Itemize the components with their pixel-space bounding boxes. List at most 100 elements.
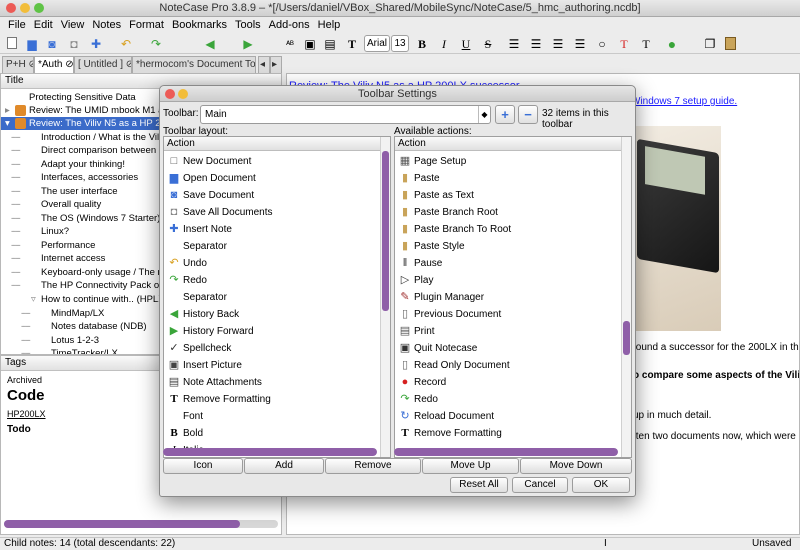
save-all-icon[interactable]: ◘ (66, 36, 82, 52)
tag-archived[interactable]: Archived (7, 375, 42, 385)
list-item[interactable]: ✚ Insert Note (164, 221, 378, 238)
available-vscroll-thumb[interactable] (623, 321, 630, 355)
italic-icon[interactable]: I (436, 36, 452, 52)
align-right-icon[interactable]: ☰ (550, 36, 566, 52)
menu-format[interactable]: Format (125, 17, 168, 34)
list-item[interactable]: ▣ Insert Picture (164, 357, 378, 374)
ok-button[interactable]: OK (572, 477, 630, 493)
layout-hscroll-thumb[interactable] (163, 448, 377, 456)
layout-hscroll[interactable] (163, 448, 377, 456)
menu-bookmarks[interactable]: Bookmarks (168, 17, 231, 34)
list-item[interactable]: ▣ Quit Notecase (395, 340, 609, 357)
list-item[interactable]: ▮ Paste Style (395, 238, 609, 255)
list-item[interactable]: ▦ Page Setup (395, 153, 609, 170)
paperclip-icon[interactable]: ▤ (322, 36, 338, 52)
close-icon[interactable] (6, 3, 16, 13)
tab-document-tool[interactable]: *hermocom's Document Tool... ⊘ (132, 56, 256, 73)
tag-hp200lx[interactable]: HP200LX (7, 409, 46, 419)
list-item[interactable]: ◘ Save All Documents (164, 204, 378, 221)
menu-notes[interactable]: Notes (88, 17, 125, 34)
list-item[interactable]: ▤ Note Attachments (164, 374, 378, 391)
copy-icon[interactable]: ❐ (702, 36, 718, 52)
available-column-header[interactable]: Action (395, 137, 631, 151)
list-item[interactable]: ▷ Play (395, 272, 609, 289)
save-icon[interactable]: ◙ (44, 36, 60, 52)
align-left-icon[interactable]: ☰ (506, 36, 522, 52)
dialog-minimize-icon[interactable] (178, 89, 188, 99)
layout-column-header[interactable]: Action (164, 137, 390, 151)
spellcheck-icon[interactable]: ᴬᴮ (282, 36, 298, 52)
available-hscroll-thumb[interactable] (394, 448, 618, 456)
list-item[interactable]: ✎ Plugin Manager (395, 289, 609, 306)
menu-file[interactable]: File (4, 17, 30, 34)
menu-tools[interactable]: Tools (231, 17, 265, 34)
menu-addons[interactable]: Add-ons (265, 17, 314, 34)
insert-note-icon[interactable]: ✚ (88, 36, 104, 52)
list-item[interactable]: ◀ History Back (164, 306, 378, 323)
list-item[interactable]: Separator (164, 238, 378, 255)
reset-all-button[interactable]: Reset All (450, 477, 508, 493)
font-name-field[interactable]: Arial (364, 35, 390, 52)
list-item[interactable]: Separator (164, 289, 378, 306)
strikethrough-icon[interactable]: S (480, 36, 496, 52)
list-item[interactable]: ↻ Reload Document (395, 408, 609, 425)
tag-todo[interactable]: Todo (7, 424, 31, 435)
menu-view[interactable]: View (57, 17, 89, 34)
remove-button[interactable]: Remove (325, 458, 421, 474)
bullet-icon[interactable]: ○ (594, 36, 610, 52)
add-button[interactable]: Add (244, 458, 324, 474)
available-actions-list[interactable]: Action ▦ Page Setup ▮ Paste ▮ Paste as Text ▮ P… (394, 136, 632, 458)
text-color-icon[interactable]: T (616, 36, 632, 52)
clipboard-icon[interactable] (722, 36, 738, 52)
remove-format-icon[interactable]: T (344, 36, 360, 52)
menu-help[interactable]: Help (314, 17, 345, 34)
layout-vscroll-thumb[interactable] (382, 151, 389, 311)
icon-button[interactable]: Icon (163, 458, 243, 474)
background-color-icon[interactable]: T (638, 36, 654, 52)
new-document-icon[interactable] (4, 36, 20, 52)
list-item[interactable]: ◙ Save Document (164, 187, 378, 204)
expander-icon[interactable]: ▾ (5, 117, 10, 130)
available-hscroll[interactable] (394, 448, 618, 456)
toolbar-layout-list[interactable]: Action □ New Document ▆ Open Document ◙ Save … (163, 136, 391, 458)
tags-scrollbar[interactable] (4, 520, 278, 528)
list-item[interactable]: □ New Document (164, 153, 378, 170)
list-item[interactable]: ↶ Undo (164, 255, 378, 272)
list-item[interactable]: ↷ Redo (395, 391, 609, 408)
tab-scroll-left[interactable]: ◂ (258, 56, 270, 73)
list-item[interactable]: ‖ Pause (395, 255, 609, 272)
cancel-button[interactable]: Cancel (512, 477, 568, 493)
list-item[interactable]: ● Record (395, 374, 609, 391)
redo-icon[interactable]: ↷ (148, 36, 164, 52)
list-item[interactable]: ↷ Redo (164, 272, 378, 289)
list-item[interactable]: ▶ History Forward (164, 323, 378, 340)
tab-ph[interactable]: P+H ⊘ (2, 56, 34, 73)
available-vscroll[interactable] (621, 137, 631, 457)
chevron-down-icon[interactable]: ◆ (478, 106, 490, 123)
move-up-button[interactable]: Move Up (422, 458, 519, 474)
minimize-icon[interactable] (20, 3, 30, 13)
list-item[interactable]: ✓ Spellcheck (164, 340, 378, 357)
list-item[interactable]: ▮ Paste (395, 170, 609, 187)
menu-edit[interactable]: Edit (30, 17, 57, 34)
list-item[interactable]: B Bold (164, 425, 378, 442)
setup-guide-link[interactable]: Windows 7 setup guide. (631, 96, 737, 107)
list-item[interactable]: ▮ Paste Branch Root (395, 204, 609, 221)
move-down-button[interactable]: Move Down (520, 458, 632, 474)
tag-code[interactable]: Code (7, 387, 45, 404)
bold-icon[interactable]: B (414, 36, 430, 52)
list-item[interactable]: ▆ Open Document (164, 170, 378, 187)
align-center-icon[interactable]: ☰ (528, 36, 544, 52)
history-back-icon[interactable]: ◀ (202, 36, 218, 52)
expander-icon[interactable]: ▿ (31, 293, 36, 306)
justify-icon[interactable]: ☰ (572, 36, 588, 52)
zoom-icon[interactable] (34, 3, 44, 13)
tab-scroll-right[interactable]: ▸ (270, 56, 282, 73)
list-item[interactable]: ▤ Print (395, 323, 609, 340)
list-item[interactable]: ▯ Read Only Document (395, 357, 609, 374)
list-item[interactable]: ▮ Paste as Text (395, 187, 609, 204)
toolbar-combo[interactable]: Main ◆ (200, 105, 491, 124)
list-item[interactable]: ▯ Previous Document (395, 306, 609, 323)
expander-icon[interactable]: ▸ (5, 104, 10, 117)
tab-untitled[interactable]: [ Untitled ] ⊘ (74, 56, 132, 73)
